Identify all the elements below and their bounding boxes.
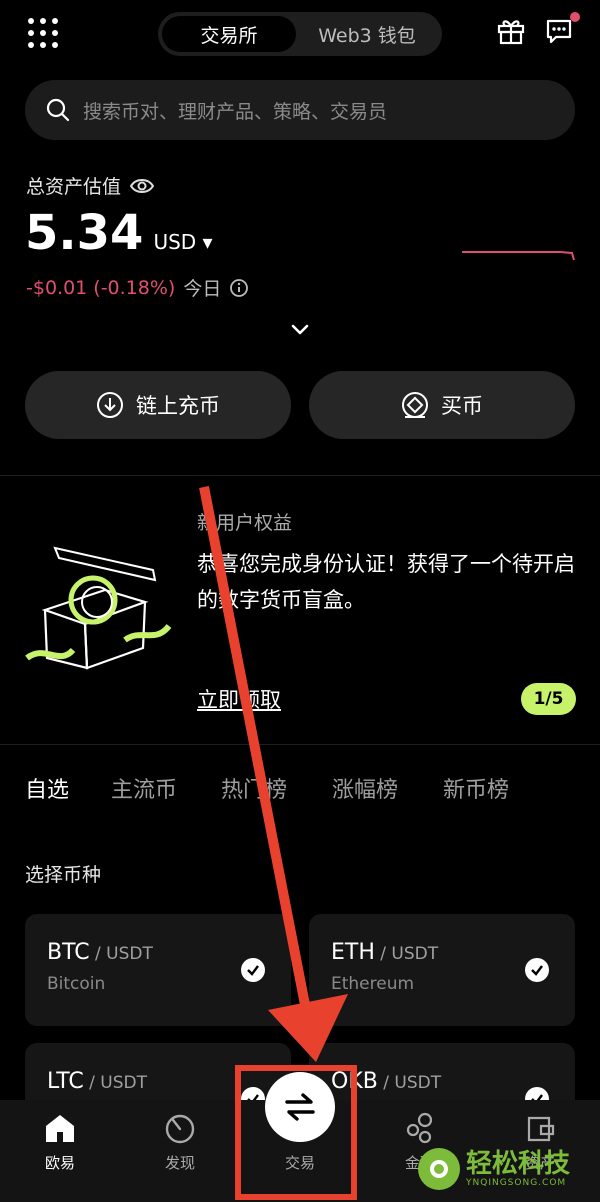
annotation-arrow [199,486,348,1062]
logo-icon [418,1148,460,1190]
watermark-main: 轻松科技 [466,1149,571,1179]
watermark-logo: 轻松科技 YNQINGSONG.COM [418,1148,570,1190]
watermark-sub: YNQINGSONG.COM [466,1178,567,1188]
annotation-box [235,1065,357,1200]
